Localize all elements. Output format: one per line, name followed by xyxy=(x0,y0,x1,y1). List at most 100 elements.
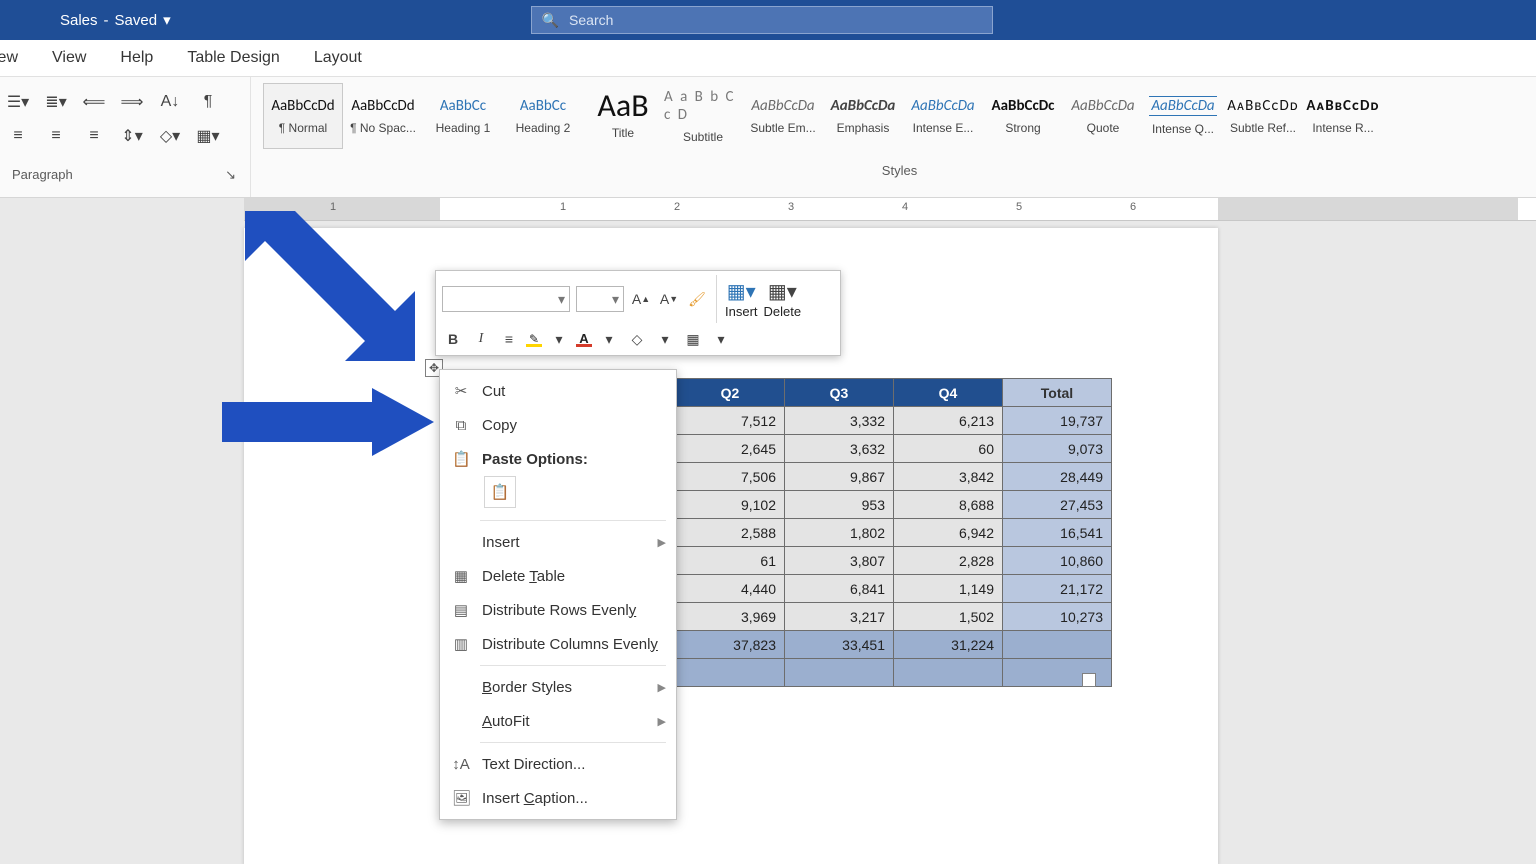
style-title[interactable]: AaBTitle xyxy=(583,83,663,149)
styles-group-label: Styles xyxy=(263,163,1536,178)
ruler-number: 3 xyxy=(788,201,794,213)
chevron-right-icon: ▶ xyxy=(658,536,666,549)
style-intense-q-[interactable]: AaBbCcDaIntense Q... xyxy=(1143,83,1223,149)
numbering-button[interactable]: ≣▾ xyxy=(42,89,70,115)
distribute-rows-icon: ▤ xyxy=(452,601,470,619)
style-heading-2[interactable]: AaBbCcHeading 2 xyxy=(503,83,583,149)
align-right-button[interactable]: ≡ xyxy=(80,123,108,149)
menu-delete-table[interactable]: ▦Delete Table xyxy=(440,559,676,593)
chevron-down-icon[interactable]: ▾ xyxy=(598,327,620,351)
style-subtitle[interactable]: A a B b C c DSubtitle xyxy=(663,83,743,149)
caption-icon: 🖼 xyxy=(452,789,470,807)
table-row[interactable]: 2,6453,632609,073 xyxy=(676,435,1112,463)
ruler-number: 1 xyxy=(560,201,566,213)
table-header[interactable]: Total xyxy=(1003,379,1112,407)
menu-insert-caption[interactable]: 🖼Insert Caption... xyxy=(440,781,676,815)
paste-keep-text-button[interactable]: 📋 xyxy=(484,476,516,508)
chevron-down-icon[interactable]: ▾ xyxy=(710,327,732,351)
bullets-button[interactable]: ☰▾ xyxy=(4,89,32,115)
search-box[interactable]: 🔍 Search xyxy=(531,6,993,34)
table-row-blank[interactable] xyxy=(676,659,1112,687)
copy-icon: ⧉ xyxy=(452,417,470,434)
style-subtle-ref-[interactable]: AᴀBʙCᴄDᴅSubtle Ref... xyxy=(1223,83,1303,149)
paragraph-dialog-launcher[interactable]: ↘ xyxy=(225,167,236,183)
increase-indent-button[interactable]: ⟹ xyxy=(118,89,146,115)
shrink-font-button[interactable]: A▼ xyxy=(658,287,680,311)
highlight-button[interactable]: ✎ xyxy=(526,332,542,347)
align-left-button[interactable]: ≡ xyxy=(4,123,32,149)
style-heading-1[interactable]: AaBbCcHeading 1 xyxy=(423,83,503,149)
ribbon-tabs: iew View Help Table Design Layout xyxy=(0,40,1536,77)
menu-border-styles[interactable]: Border Styles▶ xyxy=(440,670,676,704)
tab-view-cut[interactable]: iew xyxy=(0,49,18,67)
menu-text-direction[interactable]: ↕AText Direction... xyxy=(440,747,676,781)
bold-button[interactable]: B xyxy=(442,327,464,351)
font-color-button[interactable]: A xyxy=(576,331,592,347)
tab-layout[interactable]: Layout xyxy=(314,49,362,67)
document-title[interactable]: Sales - Saved ▾ xyxy=(60,11,171,29)
table-row[interactable]: 613,8072,82810,860 xyxy=(676,547,1112,575)
tab-help[interactable]: Help xyxy=(120,49,153,67)
style-strong[interactable]: AaBbCcDcStrong xyxy=(983,83,1063,149)
menu-distribute-rows[interactable]: ▤Distribute Rows Evenly xyxy=(440,593,676,627)
italic-button[interactable]: I xyxy=(470,327,492,351)
table-row[interactable]: 2,5881,8026,94216,541 xyxy=(676,519,1112,547)
table-delete-icon[interactable]: ▦▾ xyxy=(768,280,797,304)
table-row[interactable]: 7,5123,3326,21319,737 xyxy=(676,407,1112,435)
table-row[interactable]: 3,9693,2171,50210,273 xyxy=(676,603,1112,631)
table-resize-handle[interactable] xyxy=(1082,673,1096,687)
decrease-indent-button[interactable]: ⟸ xyxy=(80,89,108,115)
borders-button[interactable]: ▦▾ xyxy=(194,123,222,149)
style-subtle-em-[interactable]: AaBbCcDaSubtle Em... xyxy=(743,83,823,149)
table-row-sum[interactable]: 37,82333,45131,224 xyxy=(676,631,1112,659)
font-family-select[interactable]: ▾ xyxy=(442,286,570,312)
tab-table-design[interactable]: Table Design xyxy=(187,49,280,67)
format-painter-button[interactable]: 🖌 xyxy=(686,287,708,311)
horizontal-ruler[interactable]: 1123456 xyxy=(244,198,1536,221)
chevron-down-icon: ▾ xyxy=(558,291,565,308)
table-row[interactable]: 4,4406,8411,14921,172 xyxy=(676,575,1112,603)
show-marks-button[interactable]: ¶ xyxy=(194,89,222,115)
cut-icon: ✂ xyxy=(452,382,470,400)
delete-table-icon: ▦ xyxy=(452,567,470,585)
chevron-down-icon[interactable]: ▾ xyxy=(654,327,676,351)
sort-button[interactable]: A↓ xyxy=(156,89,184,115)
line-spacing-button[interactable]: ⇕▾ xyxy=(118,123,146,149)
table-row[interactable]: 7,5069,8673,84228,449 xyxy=(676,463,1112,491)
delete-label: Delete xyxy=(764,304,802,319)
align-center-button[interactable]: ≡ xyxy=(42,123,70,149)
table-row[interactable]: 9,1029538,68827,453 xyxy=(676,491,1112,519)
menu-autofit[interactable]: AutoFit▶ xyxy=(440,704,676,738)
doc-name: Sales xyxy=(60,12,98,29)
style--normal[interactable]: AaBbCcDd¶ Normal xyxy=(263,83,343,149)
borders-mini-button[interactable]: ▦ xyxy=(682,327,704,351)
table-header[interactable]: Q2 xyxy=(676,379,785,407)
table-context-menu: ✂Cut ⧉Copy 📋Paste Options: 📋 Insert▶ ▦De… xyxy=(439,369,677,820)
style-intense-e-[interactable]: AaBbCcDaIntense E... xyxy=(903,83,983,149)
menu-distribute-cols[interactable]: ▥Distribute Columns Evenly xyxy=(440,627,676,661)
style-quote[interactable]: AaBbCcDaQuote xyxy=(1063,83,1143,149)
annotation-arrow-right xyxy=(222,388,437,456)
menu-copy[interactable]: ⧉Copy xyxy=(440,408,676,442)
font-size-select[interactable]: ▾ xyxy=(576,286,624,312)
menu-insert[interactable]: Insert▶ xyxy=(440,525,676,559)
style--no-spac-[interactable]: AaBbCcDd¶ No Spac... xyxy=(343,83,423,149)
menu-cut[interactable]: ✂Cut xyxy=(440,374,676,408)
distribute-cols-icon: ▥ xyxy=(452,635,470,653)
table-header[interactable]: Q4 xyxy=(894,379,1003,407)
chevron-down-icon: ▾ xyxy=(163,11,171,29)
table-insert-icon[interactable]: ▦▾ xyxy=(727,280,756,304)
align-button[interactable]: ≡ xyxy=(498,327,520,351)
insert-label: Insert xyxy=(725,304,758,319)
style-emphasis[interactable]: AaBbCcDaEmphasis xyxy=(823,83,903,149)
paragraph-group-label: Paragraph xyxy=(12,167,73,183)
grow-font-button[interactable]: A▲ xyxy=(630,287,652,311)
data-table[interactable]: Q2Q3Q4Total 7,5123,3326,21319,7372,6453,… xyxy=(675,378,1112,687)
shading-button[interactable]: ◇ xyxy=(626,327,648,351)
shading-button[interactable]: ◇▾ xyxy=(156,123,184,149)
table-header[interactable]: Q3 xyxy=(785,379,894,407)
doc-status: Saved xyxy=(115,12,158,29)
tab-view[interactable]: View xyxy=(52,49,86,67)
style-intense-r-[interactable]: AᴀBʙCᴄDᴅIntense R... xyxy=(1303,83,1383,149)
chevron-down-icon[interactable]: ▾ xyxy=(548,327,570,351)
